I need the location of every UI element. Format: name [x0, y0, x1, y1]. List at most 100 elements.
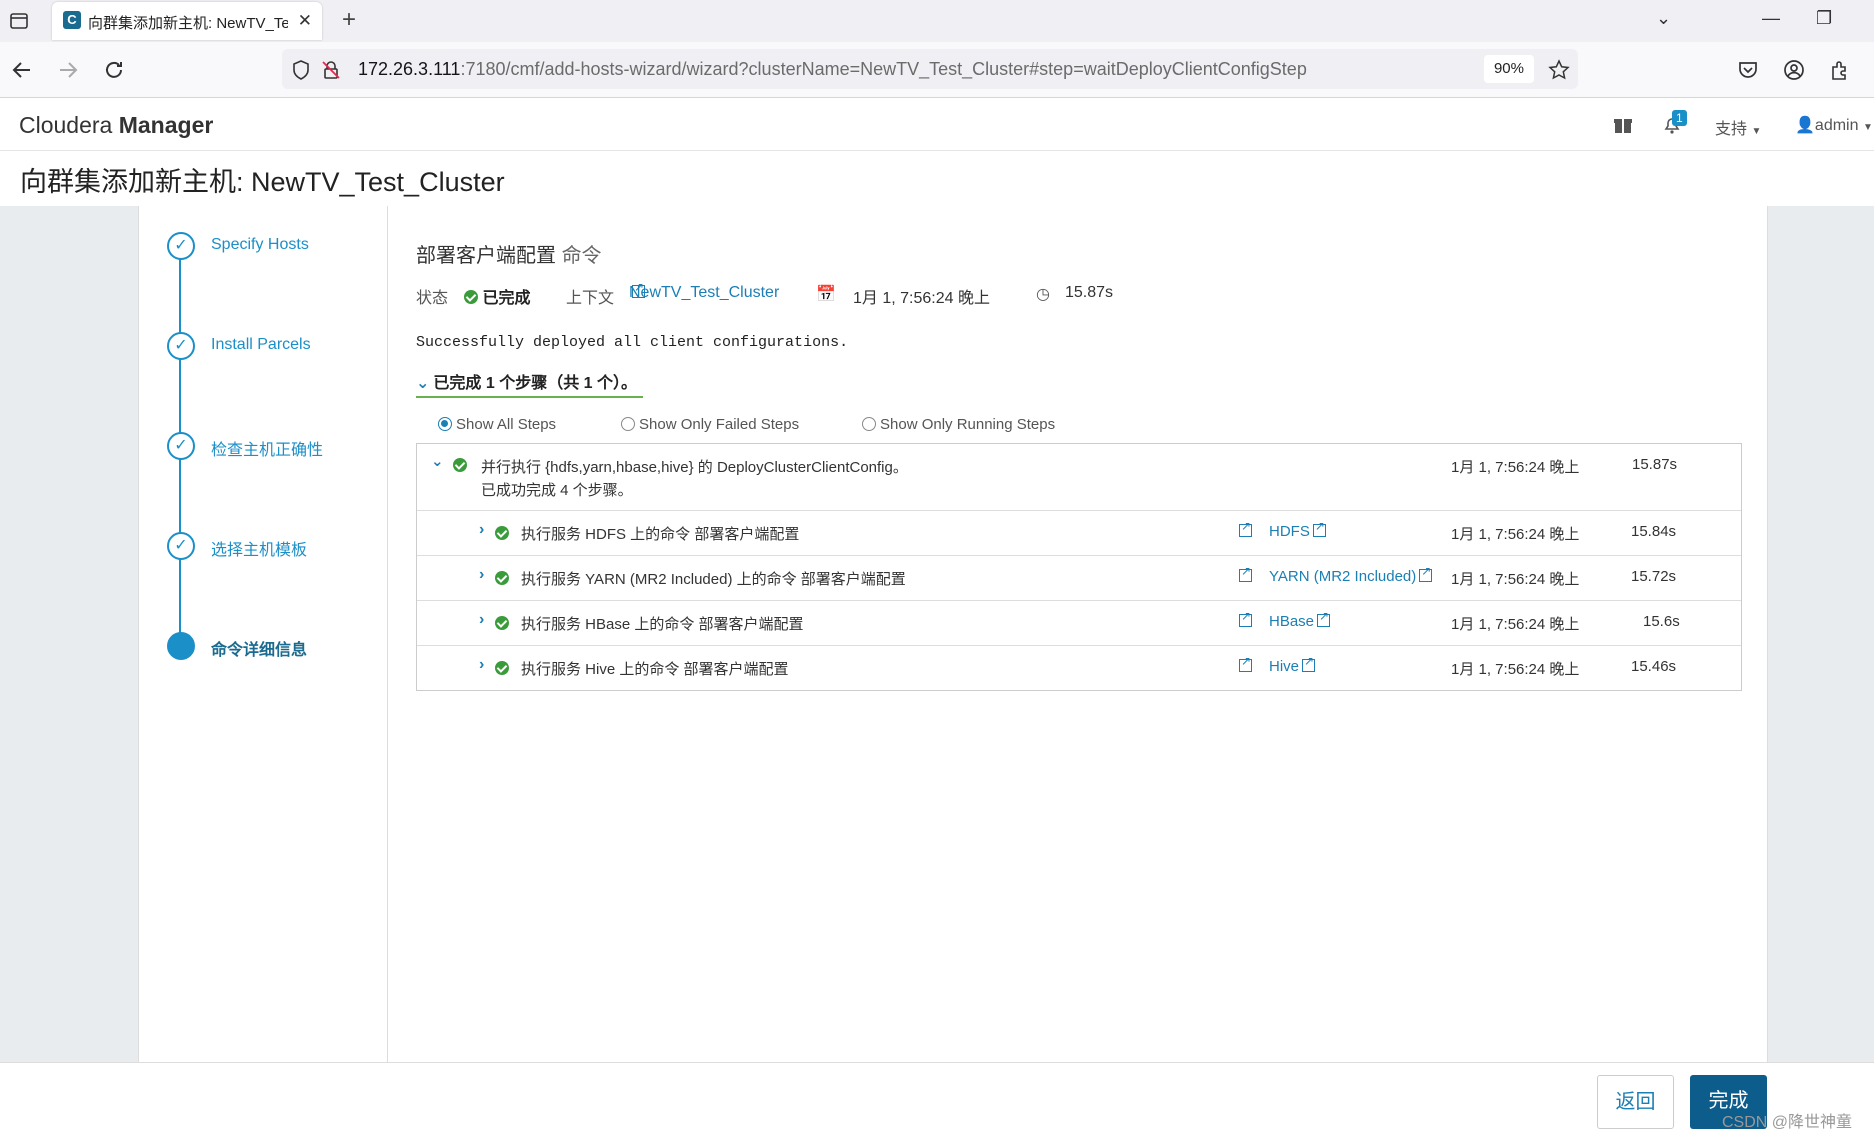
success-check-icon	[464, 290, 478, 304]
context-link-text: NewTV_Test_Cluster	[629, 284, 780, 301]
step-duration: 15.46s	[1631, 658, 1677, 675]
table-row: › 执行服务 Hive 上的命令 部署客户端配置 Hive 1月 1, 7:56…	[417, 646, 1741, 690]
back-arrow-icon[interactable]	[10, 58, 34, 82]
wizard-step-label: 命令详细信息	[211, 642, 308, 659]
success-check-icon	[495, 526, 509, 540]
chevron-right-icon[interactable]: ›	[479, 656, 484, 674]
pocket-icon[interactable]	[1736, 58, 1760, 82]
filter-label: Show All Steps	[456, 416, 557, 433]
radio-icon	[862, 417, 876, 431]
external-link-icon[interactable]	[1236, 654, 1252, 675]
steps-summary-toggle[interactable]: ⌄ 已完成 1 个步骤（共 1 个）。	[416, 369, 643, 398]
support-menu[interactable]: 支持 ▼	[1715, 115, 1761, 139]
service-name: YARN (MR2 Included)	[1269, 568, 1417, 585]
zoom-level[interactable]: 90%	[1483, 55, 1534, 83]
insecure-lock-icon[interactable]	[320, 59, 342, 81]
chevron-right-icon[interactable]: ›	[479, 521, 484, 539]
step-success-icon	[495, 616, 509, 633]
external-link-icon[interactable]	[1236, 564, 1252, 585]
radio-icon	[621, 417, 635, 431]
step-success-icon	[495, 526, 509, 543]
service-name: Hive	[1269, 658, 1300, 675]
step-time: 1月 1, 7:56:24 晚上	[1451, 526, 1580, 543]
step-description: 并行执行 {hdfs,yarn,hbase,hive} 的 DeployClus…	[481, 459, 908, 476]
radio-selected-icon	[438, 417, 452, 431]
caret-down-icon: ▼	[1862, 122, 1873, 133]
close-tab-icon[interactable]: ✕	[298, 11, 312, 31]
step-time: 1月 1, 7:56:24 晚上	[1451, 616, 1580, 633]
context-link[interactable]: NewTV_Test_Cluster	[629, 280, 779, 302]
step-success-icon	[495, 571, 509, 588]
tab-list-chevron-icon[interactable]: ⌄	[1656, 8, 1671, 29]
minimize-window-icon[interactable]: —	[1762, 8, 1780, 29]
bookmark-star-icon[interactable]	[1548, 59, 1570, 81]
steps-table: ⌄ 并行执行 {hdfs,yarn,hbase,hive} 的 DeployCl…	[416, 443, 1742, 691]
brand-name-light: Cloudera	[19, 112, 113, 138]
cloudera-manager-logo[interactable]: Cloudera Manager	[19, 112, 213, 139]
filter-label: Show Only Running Steps	[880, 416, 1056, 433]
new-tab-icon[interactable]: +	[342, 6, 356, 34]
filter-show-running[interactable]: Show Only Running Steps	[862, 416, 1055, 433]
step-description: 执行服务 YARN (MR2 Included) 上的命令 部署客户端配置	[521, 571, 906, 588]
service-name: HDFS	[1269, 523, 1310, 540]
caret-down-icon: ▼	[1751, 126, 1762, 137]
filter-show-all[interactable]: Show All Steps	[438, 416, 556, 433]
service-link[interactable]: Hive	[1269, 654, 1316, 675]
csdn-watermark: CSDN @降世神童	[1722, 1114, 1853, 1131]
chevron-down-icon: ⌄	[416, 375, 430, 392]
shield-icon[interactable]	[290, 59, 312, 81]
chevron-down-icon[interactable]: ⌄	[431, 452, 444, 470]
external-link-icon	[1312, 519, 1326, 537]
table-row: › 执行服务 YARN (MR2 Included) 上的命令 部署客户端配置 …	[417, 556, 1741, 601]
chevron-right-icon[interactable]: ›	[479, 566, 484, 584]
back-button[interactable]: 返回	[1597, 1075, 1674, 1129]
step-description: 执行服务 HDFS 上的命令 部署客户端配置	[521, 526, 800, 543]
page-title: 向群集添加新主机: NewTV_Test_Cluster	[20, 167, 505, 197]
check-icon: ✓	[167, 232, 195, 260]
wizard-step-label: 选择主机模板	[211, 542, 308, 559]
success-check-icon	[495, 571, 509, 585]
account-icon[interactable]	[1782, 58, 1806, 82]
command-name: 部署客户端配置	[416, 245, 556, 267]
command-result-message: Successfully deployed all client configu…	[416, 334, 849, 351]
step-duration: 15.72s	[1631, 568, 1677, 585]
wizard-step-label: 检查主机正确性	[211, 442, 324, 459]
step-time: 1月 1, 7:56:24 晚上	[1451, 661, 1580, 678]
user-icon: 👤	[1795, 117, 1815, 134]
filter-show-failed[interactable]: Show Only Failed Steps	[621, 416, 799, 433]
tab-overview-icon[interactable]	[6, 8, 32, 34]
calendar-icon: 📅	[816, 286, 836, 303]
external-link-icon[interactable]	[1236, 519, 1252, 540]
url-text[interactable]: 172.26.3.111:7180/cmf/add-hosts-wizard/w…	[358, 59, 1307, 80]
service-link[interactable]: HDFS	[1269, 519, 1326, 540]
success-check-icon	[495, 661, 509, 675]
step-duration: 15.87s	[1632, 456, 1678, 473]
parcel-gift-icon[interactable]	[1613, 115, 1633, 135]
steps-summary: 已完成 1 个步骤（共 1 个）。	[433, 375, 637, 392]
url-path: :7180/cmf/add-hosts-wizard/wizard?cluste…	[460, 59, 1307, 79]
external-link-icon[interactable]	[1236, 609, 1252, 630]
browser-navigation-bar: 172.26.3.111:7180/cmf/add-hosts-wizard/w…	[0, 42, 1874, 98]
user-menu[interactable]: 👤admin ▼	[1795, 115, 1873, 135]
browser-tab-active[interactable]: C 向群集添加新主机: NewTV_Test_Cluster ✕	[52, 2, 322, 40]
tab-title: 向群集添加新主机: NewTV_Test_Cluster	[88, 15, 288, 32]
browser-tab-bar: C 向群集添加新主机: NewTV_Test_Cluster ✕ + ⌄ — ❐	[0, 0, 1874, 42]
external-link-icon	[632, 280, 645, 298]
step-time: 1月 1, 7:56:24 晚上	[1451, 459, 1580, 476]
cloudera-favicon-icon: C	[63, 11, 81, 29]
success-check-icon	[495, 616, 509, 630]
reload-icon[interactable]	[102, 58, 126, 82]
address-bar[interactable]: 172.26.3.111:7180/cmf/add-hosts-wizard/w…	[282, 49, 1578, 89]
step-duration: 15.6s	[1643, 613, 1680, 630]
service-link[interactable]: HBase	[1269, 609, 1331, 630]
command-title-suffix: 命令	[561, 245, 602, 267]
forward-arrow-icon[interactable]	[56, 58, 80, 82]
service-link[interactable]: YARN (MR2 Included)	[1269, 564, 1433, 585]
service-name: HBase	[1269, 613, 1315, 630]
restore-window-icon[interactable]: ❐	[1816, 8, 1832, 29]
extensions-icon[interactable]	[1828, 58, 1852, 82]
status-value-group: 已完成	[464, 284, 530, 308]
table-row-parent-step: ⌄ 并行执行 {hdfs,yarn,hbase,hive} 的 DeployCl…	[417, 444, 1741, 511]
chevron-right-icon[interactable]: ›	[479, 611, 484, 629]
command-timestamp: 1月 1, 7:56:24 晚上	[853, 290, 990, 307]
